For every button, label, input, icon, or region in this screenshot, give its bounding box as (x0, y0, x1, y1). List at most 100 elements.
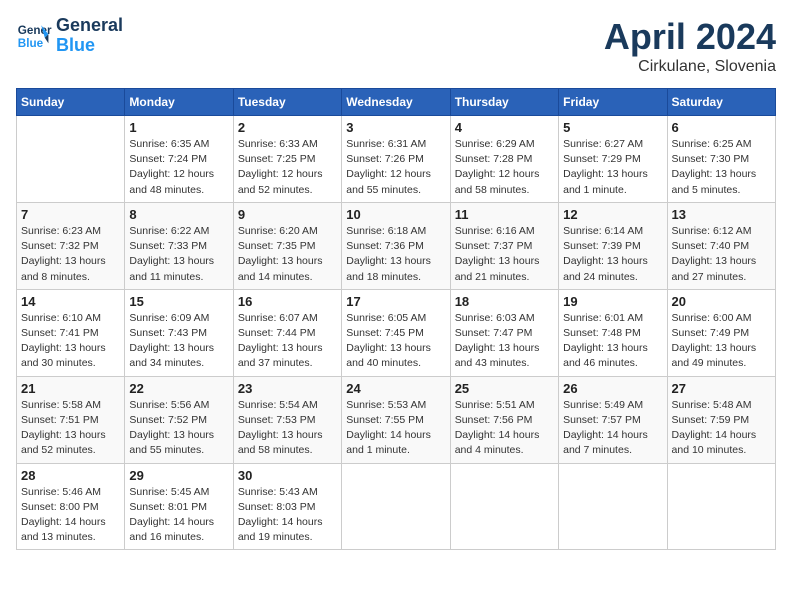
logo-icon: General Blue (16, 18, 52, 54)
day-info: Sunrise: 6:14 AM Sunset: 7:39 PM Dayligh… (563, 224, 662, 285)
day-number: 19 (563, 294, 662, 309)
day-number: 11 (455, 207, 554, 222)
day-info: Sunrise: 6:20 AM Sunset: 7:35 PM Dayligh… (238, 224, 337, 285)
week-row-5: 28Sunrise: 5:46 AM Sunset: 8:00 PM Dayli… (17, 463, 776, 550)
day-number: 26 (563, 381, 662, 396)
day-number: 9 (238, 207, 337, 222)
day-info: Sunrise: 6:22 AM Sunset: 7:33 PM Dayligh… (129, 224, 228, 285)
day-cell: 1 Sunrise: 6:35 AM Sunset: 7:24 PM Daylig… (125, 116, 233, 203)
day-cell (667, 463, 775, 550)
day-cell: 26 Sunrise: 5:49 AM Sunset: 7:57 PM Dayli… (559, 376, 667, 463)
day-info: Sunrise: 6:31 AM Sunset: 7:26 PM Dayligh… (346, 137, 445, 198)
day-cell: 3 Sunrise: 6:31 AM Sunset: 7:26 PM Daylig… (342, 116, 450, 203)
weekday-header-monday: Monday (125, 89, 233, 116)
day-info: Sunrise: 6:18 AM Sunset: 7:36 PM Dayligh… (346, 224, 445, 285)
day-info: Sunrise: 5:46 AM Sunset: 8:00 PM Dayligh… (21, 485, 120, 546)
day-info: Sunrise: 5:54 AM Sunset: 7:53 PM Dayligh… (238, 398, 337, 459)
day-number: 17 (346, 294, 445, 309)
weekday-header-thursday: Thursday (450, 89, 558, 116)
day-info: Sunrise: 6:09 AM Sunset: 7:43 PM Dayligh… (129, 311, 228, 372)
day-cell (450, 463, 558, 550)
day-cell: 14Sunrise: 6:10 AM Sunset: 7:41 PM Dayli… (17, 289, 125, 376)
week-row-1: 1 Sunrise: 6:35 AM Sunset: 7:24 PM Daylig… (17, 116, 776, 203)
day-number: 8 (129, 207, 228, 222)
day-number: 21 (21, 381, 120, 396)
day-cell: 17 Sunrise: 6:05 AM Sunset: 7:45 PM Dayli… (342, 289, 450, 376)
weekday-header-sunday: Sunday (17, 89, 125, 116)
day-cell: 8 Sunrise: 6:22 AM Sunset: 7:33 PM Daylig… (125, 202, 233, 289)
weekday-header-wednesday: Wednesday (342, 89, 450, 116)
day-number: 16 (238, 294, 337, 309)
day-cell: 22 Sunrise: 5:56 AM Sunset: 7:52 PM Dayli… (125, 376, 233, 463)
header: General Blue General Blue April 2024 Cir… (16, 16, 776, 76)
day-cell: 30 Sunrise: 5:43 AM Sunset: 8:03 PM Dayli… (233, 463, 341, 550)
day-cell: 18 Sunrise: 6:03 AM Sunset: 7:47 PM Dayli… (450, 289, 558, 376)
day-cell (559, 463, 667, 550)
day-number: 1 (129, 120, 228, 135)
day-number: 10 (346, 207, 445, 222)
svg-text:Blue: Blue (18, 37, 44, 50)
calendar-body: 1 Sunrise: 6:35 AM Sunset: 7:24 PM Daylig… (17, 116, 776, 550)
day-number: 29 (129, 468, 228, 483)
day-info: Sunrise: 6:12 AM Sunset: 7:40 PM Dayligh… (672, 224, 771, 285)
day-info: Sunrise: 6:07 AM Sunset: 7:44 PM Dayligh… (238, 311, 337, 372)
logo-text-general: General (56, 16, 123, 36)
day-cell: 23Sunrise: 5:54 AM Sunset: 7:53 PM Dayli… (233, 376, 341, 463)
day-number: 30 (238, 468, 337, 483)
day-cell: 7Sunrise: 6:23 AM Sunset: 7:32 PM Daylig… (17, 202, 125, 289)
location-subtitle: Cirkulane, Slovenia (604, 58, 776, 76)
day-info: Sunrise: 6:35 AM Sunset: 7:24 PM Dayligh… (129, 137, 228, 198)
day-info: Sunrise: 6:25 AM Sunset: 7:30 PM Dayligh… (672, 137, 771, 198)
day-number: 18 (455, 294, 554, 309)
day-number: 12 (563, 207, 662, 222)
day-number: 15 (129, 294, 228, 309)
day-number: 5 (563, 120, 662, 135)
title-area: April 2024 Cirkulane, Slovenia (604, 16, 776, 76)
day-info: Sunrise: 6:33 AM Sunset: 7:25 PM Dayligh… (238, 137, 337, 198)
day-cell (17, 116, 125, 203)
day-cell: 5 Sunrise: 6:27 AM Sunset: 7:29 PM Daylig… (559, 116, 667, 203)
day-cell: 27 Sunrise: 5:48 AM Sunset: 7:59 PM Dayli… (667, 376, 775, 463)
day-info: Sunrise: 6:05 AM Sunset: 7:45 PM Dayligh… (346, 311, 445, 372)
day-cell: 29Sunrise: 5:45 AM Sunset: 8:01 PM Dayli… (125, 463, 233, 550)
day-cell: 12 Sunrise: 6:14 AM Sunset: 7:39 PM Dayli… (559, 202, 667, 289)
logo-text-blue: Blue (56, 36, 123, 56)
day-number: 13 (672, 207, 771, 222)
day-info: Sunrise: 5:58 AM Sunset: 7:51 PM Dayligh… (21, 398, 120, 459)
day-cell: 15 Sunrise: 6:09 AM Sunset: 7:43 PM Dayli… (125, 289, 233, 376)
weekday-header-saturday: Saturday (667, 89, 775, 116)
weekday-header-tuesday: Tuesday (233, 89, 341, 116)
day-info: Sunrise: 6:00 AM Sunset: 7:49 PM Dayligh… (672, 311, 771, 372)
day-number: 4 (455, 120, 554, 135)
day-info: Sunrise: 5:49 AM Sunset: 7:57 PM Dayligh… (563, 398, 662, 459)
day-cell: 13 Sunrise: 6:12 AM Sunset: 7:40 PM Dayli… (667, 202, 775, 289)
day-number: 22 (129, 381, 228, 396)
day-number: 27 (672, 381, 771, 396)
day-cell: 2Sunrise: 6:33 AM Sunset: 7:25 PM Daylig… (233, 116, 341, 203)
day-info: Sunrise: 6:27 AM Sunset: 7:29 PM Dayligh… (563, 137, 662, 198)
day-info: Sunrise: 5:51 AM Sunset: 7:56 PM Dayligh… (455, 398, 554, 459)
logo: General Blue General Blue (16, 16, 123, 56)
day-info: Sunrise: 5:56 AM Sunset: 7:52 PM Dayligh… (129, 398, 228, 459)
day-info: Sunrise: 6:03 AM Sunset: 7:47 PM Dayligh… (455, 311, 554, 372)
day-cell: 25 Sunrise: 5:51 AM Sunset: 7:56 PM Dayli… (450, 376, 558, 463)
day-number: 6 (672, 120, 771, 135)
day-info: Sunrise: 5:48 AM Sunset: 7:59 PM Dayligh… (672, 398, 771, 459)
day-cell: 24Sunrise: 5:53 AM Sunset: 7:55 PM Dayli… (342, 376, 450, 463)
day-cell (342, 463, 450, 550)
day-number: 14 (21, 294, 120, 309)
day-number: 25 (455, 381, 554, 396)
weekday-header-row: SundayMondayTuesdayWednesdayThursdayFrid… (17, 89, 776, 116)
day-info: Sunrise: 6:01 AM Sunset: 7:48 PM Dayligh… (563, 311, 662, 372)
month-title: April 2024 (604, 16, 776, 58)
week-row-4: 21 Sunrise: 5:58 AM Sunset: 7:51 PM Dayli… (17, 376, 776, 463)
day-cell: 4 Sunrise: 6:29 AM Sunset: 7:28 PM Daylig… (450, 116, 558, 203)
calendar-table: SundayMondayTuesdayWednesdayThursdayFrid… (16, 88, 776, 550)
day-cell: 16 Sunrise: 6:07 AM Sunset: 7:44 PM Dayli… (233, 289, 341, 376)
day-number: 3 (346, 120, 445, 135)
day-number: 24 (346, 381, 445, 396)
week-row-2: 7Sunrise: 6:23 AM Sunset: 7:32 PM Daylig… (17, 202, 776, 289)
day-info: Sunrise: 6:29 AM Sunset: 7:28 PM Dayligh… (455, 137, 554, 198)
day-info: Sunrise: 5:43 AM Sunset: 8:03 PM Dayligh… (238, 485, 337, 546)
day-number: 7 (21, 207, 120, 222)
